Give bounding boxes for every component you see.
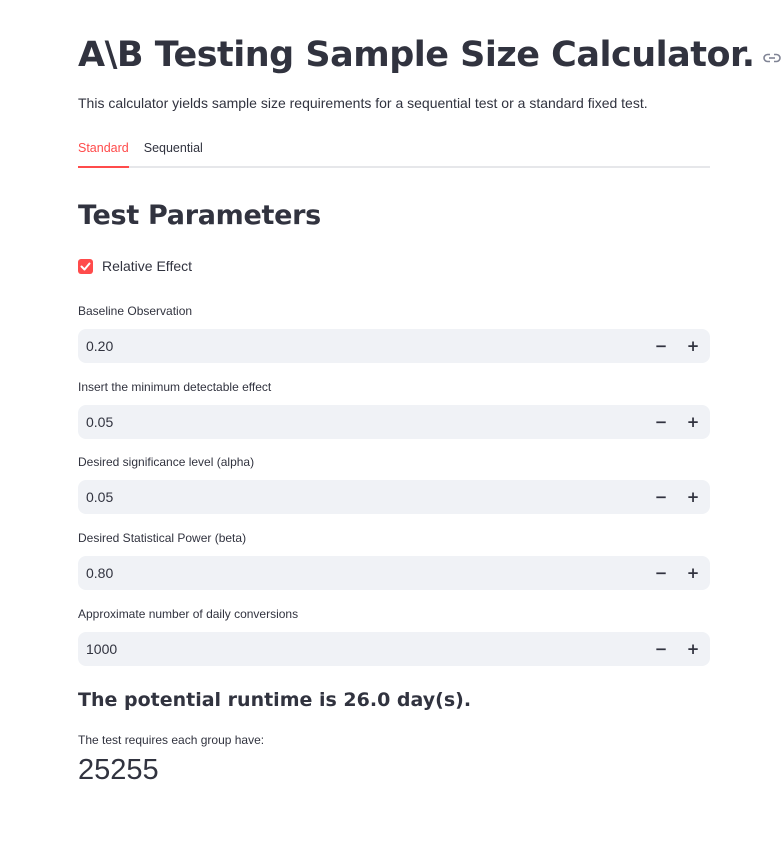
relative-effect-label: Relative Effect: [102, 258, 193, 274]
field-label: Insert the minimum detectable effect: [78, 380, 272, 394]
daily-conversions-field: Approximate number of daily conversions …: [78, 605, 710, 666]
tab-bar: Standard Sequential: [78, 139, 710, 168]
minus-icon: −: [654, 640, 668, 658]
field-label: Desired significance level (alpha): [78, 455, 255, 469]
increment-button[interactable]: +: [677, 480, 709, 514]
decrement-button[interactable]: −: [645, 556, 677, 590]
minus-icon: −: [654, 564, 668, 582]
minimum-detectable-effect-field: Insert the minimum detectable effect − +: [78, 378, 710, 439]
minus-icon: −: [654, 413, 668, 431]
decrement-button[interactable]: −: [645, 480, 677, 514]
plus-icon: +: [686, 488, 700, 506]
field-label: Desired Statistical Power (beta): [78, 531, 247, 545]
plus-icon: +: [686, 413, 700, 431]
page-title: A\B Testing Sample Size Calculator.: [78, 35, 755, 75]
minimum-detectable-effect-input[interactable]: [86, 405, 626, 439]
number-input-box: − +: [78, 405, 710, 439]
runtime-heading: The potential runtime is 26.0 day(s).: [78, 689, 472, 711]
significance-level-field: Desired significance level (alpha) − +: [78, 453, 710, 514]
increment-button[interactable]: +: [677, 329, 709, 363]
relative-effect-checkbox[interactable]: Relative Effect: [78, 258, 192, 274]
increment-button[interactable]: +: [677, 405, 709, 439]
minus-icon: −: [654, 337, 668, 355]
number-input-box: − +: [78, 329, 710, 363]
number-input-box: − +: [78, 632, 710, 666]
page-header: A\B Testing Sample Size Calculator.: [78, 30, 781, 80]
number-input-box: − +: [78, 480, 710, 514]
statistical-power-field: Desired Statistical Power (beta) − +: [78, 529, 710, 590]
field-label: Baseline Observation: [78, 304, 193, 318]
decrement-button[interactable]: −: [645, 632, 677, 666]
plus-icon: +: [686, 337, 700, 355]
decrement-button[interactable]: −: [645, 329, 677, 363]
checkbox-checked-icon[interactable]: [78, 258, 93, 274]
page-description: This calculator yields sample size requi…: [78, 95, 648, 111]
statistical-power-input[interactable]: [86, 556, 626, 590]
number-input-box: − +: [78, 556, 710, 590]
increment-button[interactable]: +: [677, 556, 709, 590]
daily-conversions-input[interactable]: [86, 632, 626, 666]
significance-level-input[interactable]: [86, 480, 626, 514]
minus-icon: −: [654, 488, 668, 506]
decrement-button[interactable]: −: [645, 405, 677, 439]
metric-value: 25255: [78, 754, 159, 786]
link-icon[interactable]: [762, 51, 781, 65]
increment-button[interactable]: +: [677, 632, 709, 666]
tab-sequential[interactable]: Sequential: [144, 139, 203, 166]
baseline-observation-field: Baseline Observation − +: [78, 302, 710, 363]
metric-label: The test requires each group have:: [78, 733, 265, 747]
plus-icon: +: [686, 564, 700, 582]
baseline-observation-input[interactable]: [86, 329, 626, 363]
plus-icon: +: [686, 640, 700, 658]
tab-standard[interactable]: Standard: [78, 139, 129, 168]
field-label: Approximate number of daily conversions: [78, 607, 299, 621]
section-title: Test Parameters: [78, 200, 321, 231]
